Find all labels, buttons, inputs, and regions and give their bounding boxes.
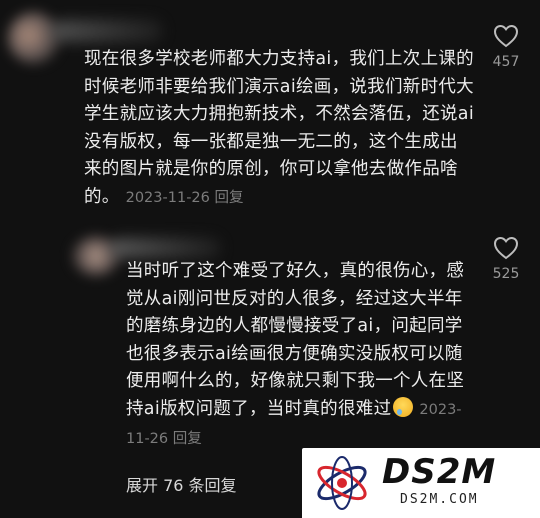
comment-1: 现在很多学校老师都大力支持ai，我们上次上课的时候老师非要给我们演示ai绘画，说… (84, 46, 474, 213)
crying-face-emoji-icon (393, 396, 414, 417)
heart-outline-icon[interactable] (493, 24, 519, 48)
watermark-title: DS2M (382, 452, 497, 492)
comment-1-text: 现在很多学校老师都大力支持ai，我们上次上课的时候老师非要给我们演示ai绘画，说… (84, 49, 474, 207)
comment-1-date: 2023-11-26 (125, 189, 210, 206)
watermark-subtitle: DS2M.COM (400, 492, 479, 507)
username-blurred[interactable] (110, 238, 220, 258)
heart-outline-icon[interactable] (493, 236, 519, 260)
atom-logo-icon (317, 456, 367, 510)
comment-2-like[interactable]: 525 (484, 236, 528, 282)
avatar-blurred[interactable] (8, 12, 60, 64)
comment-2-like-count: 525 (492, 266, 520, 282)
username-blurred[interactable] (52, 20, 162, 42)
comment-2: 当时听了这个难受了好久，真的很伤心，感觉从ai刚问世反对的人很多，经过这大半年的… (126, 258, 474, 453)
watermark: DS2M DS2M.COM (302, 448, 540, 518)
comment-1-like[interactable]: 457 (484, 24, 528, 70)
expand-replies-button[interactable]: 展开 76 条回复 (126, 472, 237, 496)
comment-1-like-count: 457 (492, 54, 520, 70)
comment-2-reply-button[interactable]: 回复 (173, 431, 202, 447)
comment-1-reply-button[interactable]: 回复 (215, 190, 244, 206)
comment-2-text: 当时听了这个难受了好久，真的很伤心，感觉从ai刚问世反对的人很多，经过这大半年的… (126, 261, 465, 419)
